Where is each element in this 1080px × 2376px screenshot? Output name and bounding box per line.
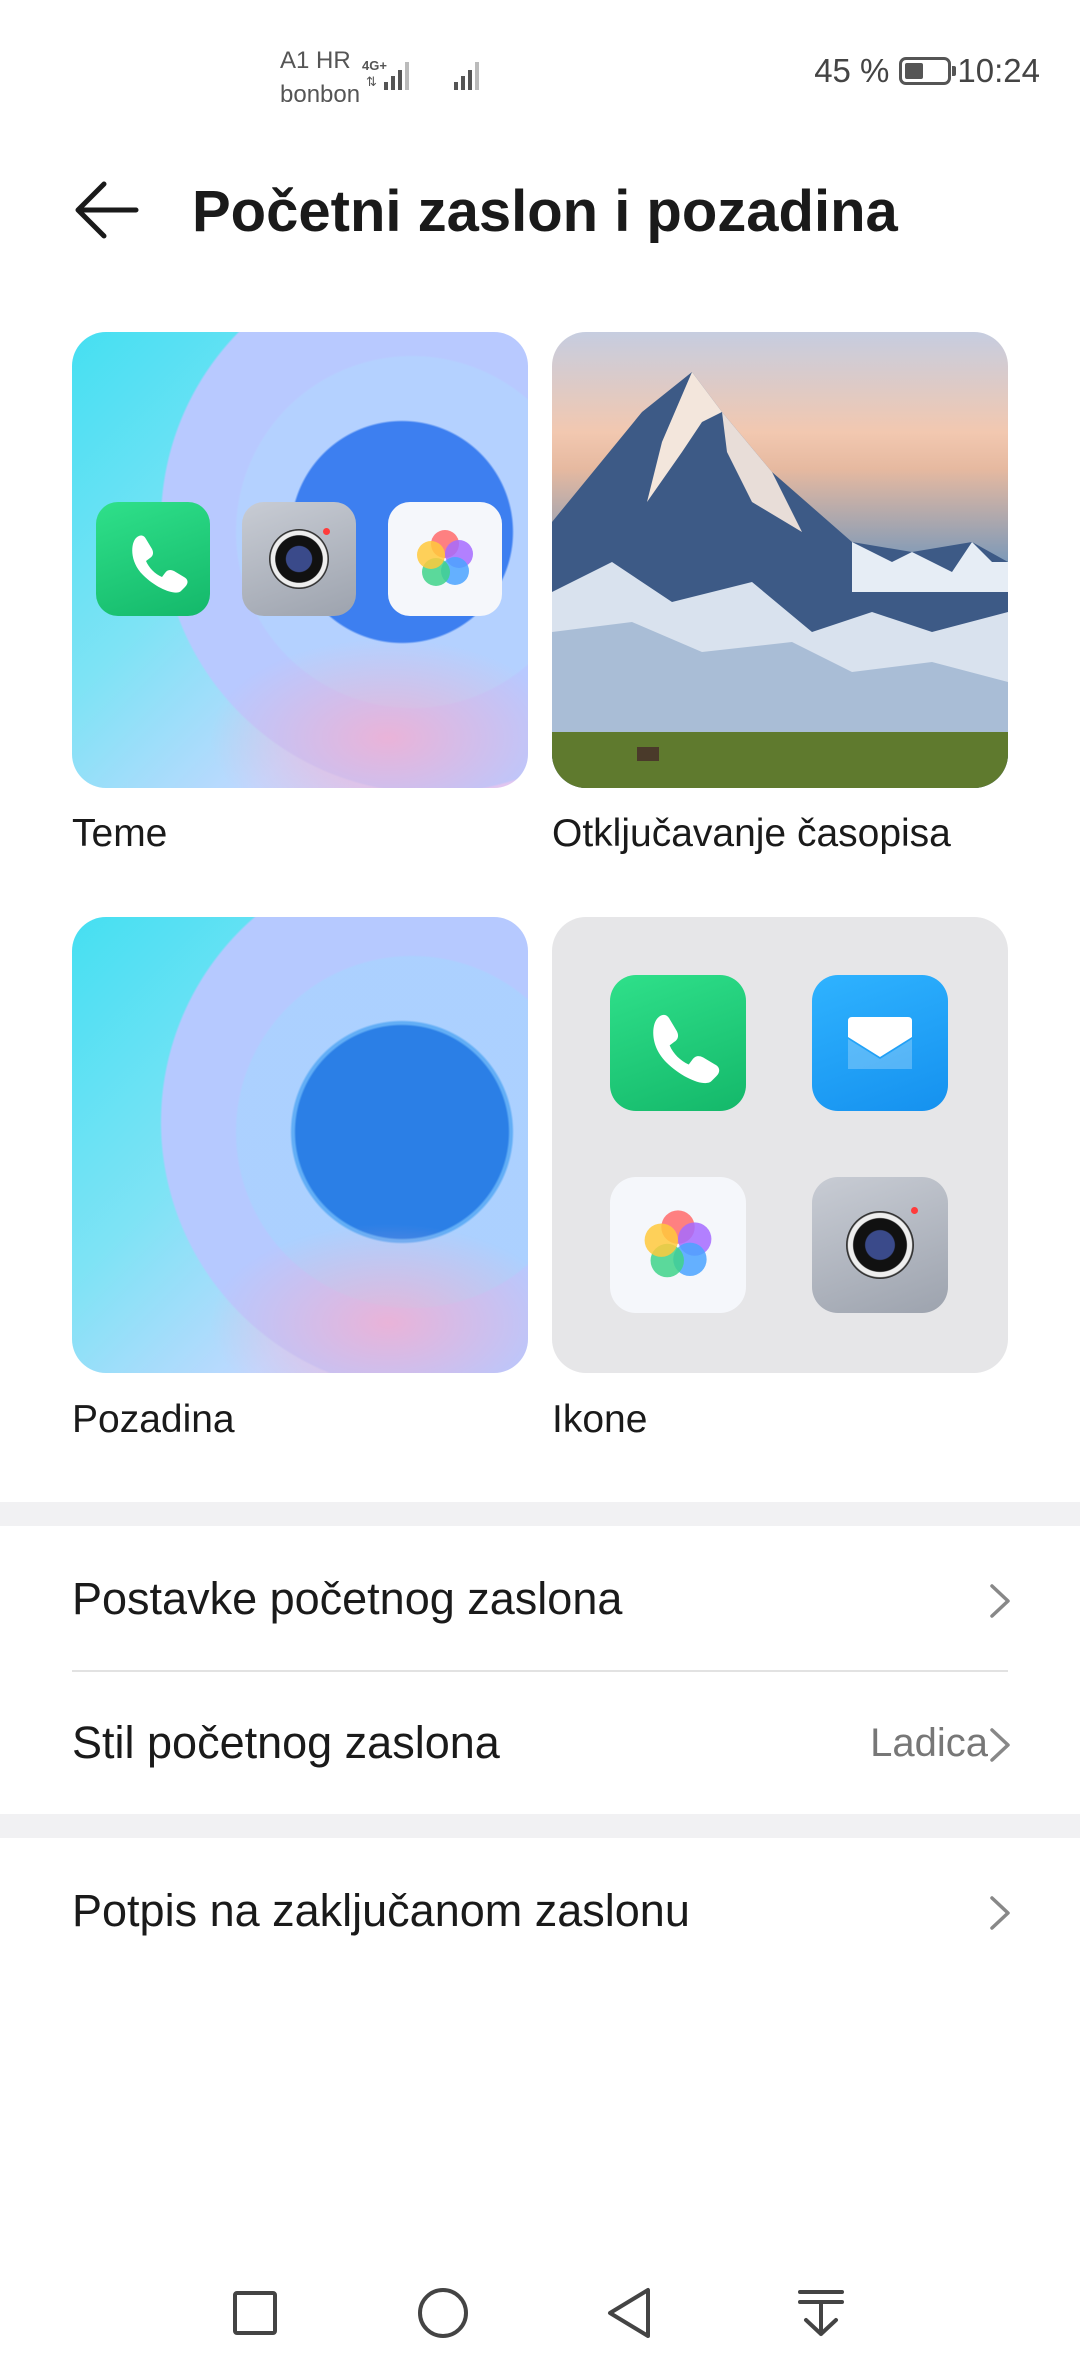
lock-screen-signature-row[interactable]: Potpis na zaključanom zaslonu	[0, 1840, 1080, 1982]
lock-screen-signature-label: Potpis na zaključanom zaslonu	[72, 1885, 690, 1936]
messages-app-icon	[812, 975, 948, 1111]
network-type-label: 4G+	[362, 58, 387, 73]
phone-app-icon	[96, 502, 210, 616]
chevron-right-icon	[990, 1584, 1010, 1618]
phone-app-icon	[610, 975, 746, 1111]
icons-card[interactable]	[552, 917, 1008, 1373]
status-bar: A1 HR bonbon 4G+ ⇅ 45 % 10:24	[0, 0, 1080, 150]
themes-card[interactable]	[72, 332, 528, 788]
wallpaper-label: Pozadina	[72, 1398, 235, 1441]
magazine-unlock-card[interactable]	[552, 332, 1008, 788]
mountain-image	[552, 372, 1008, 788]
carrier-name: A1 HR	[280, 47, 351, 74]
notification-shade-button[interactable]	[786, 2278, 856, 2348]
svg-text:⇅: ⇅	[366, 74, 377, 89]
section-divider	[0, 1814, 1080, 1838]
signal-indicators: 4G+ ⇅	[362, 56, 502, 101]
section-divider	[0, 1502, 1080, 1526]
carrier-info: A1 HR bonbon	[280, 44, 360, 112]
camera-app-icon	[242, 502, 356, 616]
back-button[interactable]	[70, 170, 146, 250]
clock: 10:24	[957, 52, 1040, 89]
status-right: 45 % 10:24	[814, 52, 1040, 90]
circle-icon	[418, 2288, 468, 2338]
signal-icon: 4G+ ⇅	[362, 58, 479, 90]
home-screen-style-row[interactable]: Stil početnog zaslona Ladica	[0, 1672, 1080, 1814]
chevron-right-icon	[990, 1896, 1010, 1930]
home-screen-style-value: Ladica	[870, 1721, 988, 1765]
battery-level	[905, 63, 924, 79]
square-icon	[233, 2291, 277, 2335]
battery-percent: 45 %	[814, 52, 890, 89]
back-nav-button[interactable]	[596, 2278, 666, 2348]
triangle-back-icon	[608, 2288, 650, 2338]
themes-label: Teme	[72, 812, 168, 855]
gallery-app-icon	[388, 502, 502, 616]
pull-down-icon	[798, 2290, 844, 2336]
icons-label: Ikone	[552, 1398, 648, 1441]
home-button[interactable]	[408, 2278, 478, 2348]
wallpaper-card[interactable]	[72, 917, 528, 1373]
navigation-bar	[0, 2256, 1080, 2376]
battery-icon	[899, 57, 957, 85]
home-screen-style-label: Stil početnog zaslona	[72, 1717, 500, 1768]
header: Početni zaslon i pozadina	[0, 150, 1080, 280]
gallery-app-icon	[610, 1177, 746, 1313]
home-screen-settings-label: Postavke početnog zaslona	[72, 1573, 623, 1624]
recents-button[interactable]	[220, 2278, 290, 2348]
magazine-unlock-label: Otključavanje časopisa	[552, 812, 951, 855]
home-screen-settings-row[interactable]: Postavke početnog zaslona	[0, 1528, 1080, 1670]
carrier-subname: bonbon	[280, 81, 361, 108]
page-title: Početni zaslon i pozadina	[192, 179, 898, 244]
back-arrow-icon	[75, 181, 139, 239]
camera-app-icon	[812, 1177, 948, 1313]
chevron-right-icon	[990, 1728, 1010, 1762]
